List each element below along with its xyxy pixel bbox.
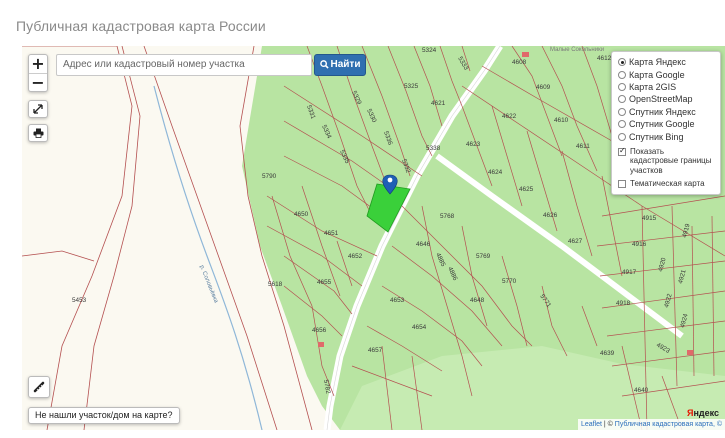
parcel-label: 4612 bbox=[597, 55, 612, 62]
layer-option-label: Спутник Bing bbox=[629, 131, 684, 142]
parcel-label: 4650 bbox=[294, 211, 309, 218]
search-input[interactable]: Адрес или кадастровый номер участка bbox=[56, 54, 312, 76]
parcel-label: 4654 bbox=[412, 324, 427, 331]
parcel-label: 5768 bbox=[440, 213, 455, 220]
building-icon bbox=[318, 342, 324, 347]
expand-icon bbox=[33, 104, 43, 114]
parcel-label: 4627 bbox=[568, 238, 583, 245]
parcel-label: 4656 bbox=[312, 327, 327, 334]
layer-option-label: Спутник Google bbox=[629, 119, 695, 130]
layer-option-2gis-map[interactable]: Карта 2GIS bbox=[618, 81, 714, 93]
leaflet-link[interactable]: Leaflet bbox=[581, 421, 602, 428]
parcel-label: 5770 bbox=[502, 278, 517, 285]
fullscreen-button[interactable] bbox=[28, 100, 48, 118]
cadastral-borders-label: Показать кадастровые границы участков bbox=[630, 146, 712, 175]
yandex-logo: Яндекс bbox=[686, 408, 719, 418]
parcel-label: 4646 bbox=[416, 241, 431, 248]
map-view[interactable]: 5324 5325 5329 5331 5330 5332 5333 5334 … bbox=[22, 46, 725, 430]
parcel-label: 4640 bbox=[634, 387, 649, 394]
layer-option-label: OpenStreetMap bbox=[629, 94, 693, 105]
parcel-label: 4918 bbox=[616, 300, 631, 307]
layer-option-label: Карта 2GIS bbox=[629, 81, 677, 92]
parcel-label: 4655 bbox=[317, 279, 332, 286]
parcel-label: 4625 bbox=[519, 186, 534, 193]
building-icon bbox=[522, 52, 529, 57]
layer-option-label: Карта Яндекс bbox=[629, 57, 686, 68]
parcel-label: 4621 bbox=[431, 100, 446, 107]
parcel-label: 5769 bbox=[476, 253, 491, 260]
map-attribution: Leaflet | © Публичная кадастровая карта,… bbox=[577, 419, 725, 430]
parcel-label: 4608 bbox=[512, 59, 527, 66]
attribution-link[interactable]: Публичная кадастровая карта, © bbox=[615, 421, 722, 428]
parcel-label: 4622 bbox=[502, 113, 517, 120]
parcel-label: 4652 bbox=[348, 253, 363, 260]
parcel-label: 5790 bbox=[262, 173, 277, 180]
zoom-control: + − bbox=[28, 54, 48, 92]
zoom-out-button[interactable]: − bbox=[29, 73, 47, 91]
radio-icon[interactable] bbox=[618, 82, 626, 91]
parcel-label: 4916 bbox=[632, 241, 647, 248]
parcel-label: 5338 bbox=[426, 145, 441, 152]
layer-option-google-map[interactable]: Карта Google bbox=[618, 68, 714, 80]
parcel-label: 4623 bbox=[466, 141, 481, 148]
parcel-label: 4653 bbox=[390, 297, 405, 304]
thematic-map-toggle[interactable]: Тематическая карта bbox=[618, 179, 714, 189]
radio-icon[interactable] bbox=[618, 70, 626, 79]
parcel-label: 4624 bbox=[488, 169, 503, 176]
parcel-label: 4651 bbox=[324, 230, 339, 237]
not-found-button[interactable]: Не нашли участок/дом на карте? bbox=[28, 407, 180, 424]
search-icon bbox=[319, 60, 329, 69]
checkbox-icon[interactable] bbox=[618, 180, 626, 189]
parcel-label: 5325 bbox=[404, 83, 419, 90]
layer-option-yandex-satellite[interactable]: Спутник Яндекс bbox=[618, 106, 714, 118]
parcel-label: 4648 bbox=[470, 297, 485, 304]
layer-option-label: Карта Google bbox=[629, 69, 685, 80]
radio-icon[interactable] bbox=[618, 120, 626, 129]
layers-panel: Карта Яндекс Карта Google Карта 2GIS Ope… bbox=[611, 51, 721, 195]
layer-option-yandex-map[interactable]: Карта Яндекс bbox=[618, 56, 714, 68]
building-icon bbox=[687, 350, 693, 355]
search-button[interactable]: Найти bbox=[314, 54, 366, 76]
parcel-label: 4610 bbox=[554, 117, 569, 124]
layer-option-osm[interactable]: OpenStreetMap bbox=[618, 93, 714, 105]
place-label: Малые Сокольники bbox=[550, 47, 604, 53]
layer-option-bing-satellite[interactable]: Спутник Bing bbox=[618, 130, 714, 142]
printer-icon bbox=[33, 128, 43, 138]
parcel-label: 4611 bbox=[576, 143, 590, 150]
cadastral-borders-toggle[interactable]: Показать кадастровые границы участков bbox=[618, 146, 714, 176]
layer-option-label: Спутник Яндекс bbox=[629, 106, 696, 117]
radio-icon[interactable] bbox=[618, 58, 626, 67]
radio-icon[interactable] bbox=[618, 95, 626, 104]
layer-option-google-satellite[interactable]: Спутник Google bbox=[618, 118, 714, 130]
parcel-label: 4657 bbox=[368, 347, 383, 354]
measure-button[interactable] bbox=[28, 376, 50, 398]
parcel-label: 4609 bbox=[536, 84, 551, 91]
page-title: Публичная кадастровая карта России bbox=[16, 18, 266, 34]
parcel-label: 5453 bbox=[72, 297, 87, 304]
parcel-label: 5618 bbox=[268, 281, 283, 288]
print-button[interactable] bbox=[28, 124, 48, 142]
radio-icon[interactable] bbox=[618, 132, 626, 141]
zoom-in-button[interactable]: + bbox=[29, 55, 47, 73]
parcel-label: 4917 bbox=[622, 269, 637, 276]
parcel-label: 4626 bbox=[543, 212, 558, 219]
thematic-map-label: Тематическая карта bbox=[630, 179, 705, 189]
ruler-icon bbox=[33, 381, 45, 393]
radio-icon[interactable] bbox=[618, 107, 626, 116]
parcel-label: 4915 bbox=[642, 215, 657, 222]
parcel-label: 4639 bbox=[600, 350, 615, 357]
search-button-label: Найти bbox=[330, 59, 361, 70]
checkbox-icon[interactable] bbox=[618, 146, 626, 156]
